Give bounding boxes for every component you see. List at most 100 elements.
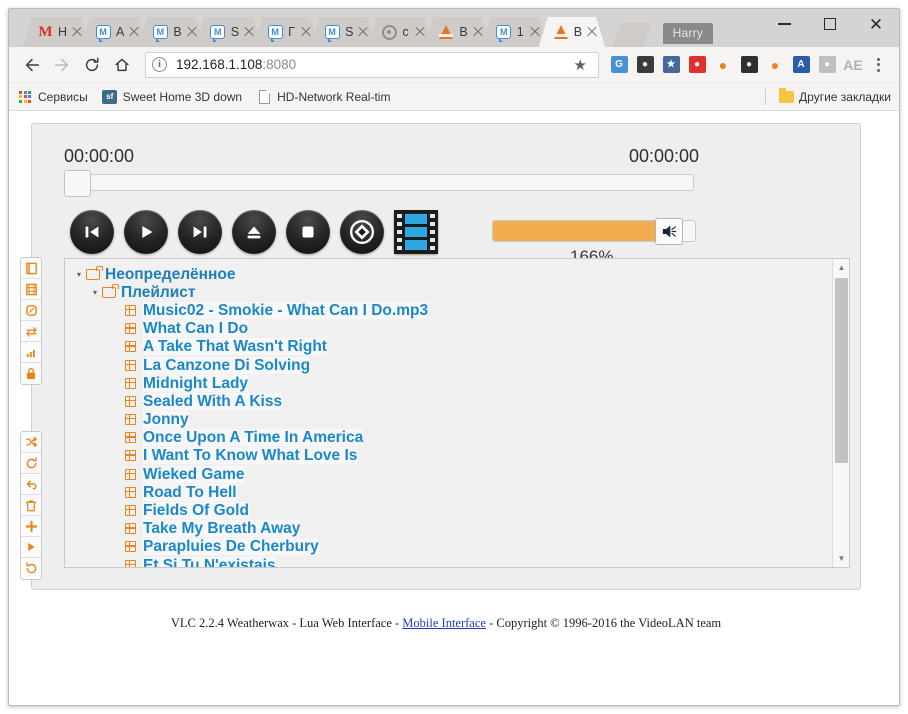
- playlist-scrollbar[interactable]: ▲ ▼: [832, 259, 849, 567]
- seek-slider[interactable]: [64, 174, 694, 191]
- tab-close-button[interactable]: [528, 25, 542, 39]
- transport-controls: [70, 210, 438, 254]
- scroll-down-arrow[interactable]: ▼: [833, 550, 850, 567]
- forward-arrow-icon[interactable]: [47, 50, 77, 80]
- browser-tab-active[interactable]: B: [539, 17, 605, 47]
- expand-arrow[interactable]: ▾: [73, 270, 85, 279]
- stop-button[interactable]: [286, 210, 330, 254]
- volume-slider[interactable]: [492, 220, 696, 242]
- eject-button[interactable]: [232, 210, 276, 254]
- playlist-item[interactable]: Take My Breath Away: [71, 520, 832, 538]
- playlist-item[interactable]: La Canzone Di Solving: [71, 356, 832, 374]
- playlist-node-group[interactable]: ▾Плейлист: [71, 283, 832, 301]
- orange-search-extension[interactable]: ●: [763, 53, 787, 77]
- refresh-button[interactable]: [21, 558, 41, 579]
- orange-cart-extension[interactable]: ●: [711, 53, 735, 77]
- page-info-icon[interactable]: i: [152, 57, 167, 72]
- mobile-interface-link[interactable]: Mobile Interface: [402, 616, 486, 630]
- other-bookmarks-button[interactable]: Другие закладки: [778, 89, 891, 105]
- ae-extension[interactable]: AE: [841, 53, 865, 77]
- playlist-item[interactable]: A Take That Wasn't Right: [71, 338, 832, 356]
- play-button[interactable]: [124, 210, 168, 254]
- browser-tab[interactable]: MН: [23, 17, 90, 47]
- expand-arrow[interactable]: ▾: [89, 288, 101, 297]
- browser-tab[interactable]: M1: [482, 17, 548, 47]
- browser-tab[interactable]: MГ: [253, 17, 319, 47]
- next-button[interactable]: [178, 210, 222, 254]
- dark-pin-extension[interactable]: ●: [737, 53, 761, 77]
- tab-close-button[interactable]: [413, 25, 427, 39]
- sidebar-book-button[interactable]: [21, 258, 41, 279]
- scrollbar-thumb[interactable]: [835, 278, 848, 463]
- browser-tab[interactable]: c: [367, 17, 433, 47]
- playlist-node-root[interactable]: ▾Неопределённое: [71, 265, 832, 283]
- reload-icon[interactable]: [77, 50, 107, 80]
- playlist-item[interactable]: Once Upon A Time In America: [71, 429, 832, 447]
- disc-icon: [25, 304, 38, 317]
- gear-icon: [382, 25, 397, 40]
- sidebar-disc-button[interactable]: [21, 300, 41, 321]
- tab-close-button[interactable]: [471, 25, 485, 39]
- sidebar-swap-button[interactable]: [21, 321, 41, 342]
- playlist-item[interactable]: Wieked Game: [71, 465, 832, 483]
- tab-close-button[interactable]: [70, 25, 84, 39]
- playlist-item[interactable]: What Can I Do: [71, 320, 832, 338]
- playlist-label: What Can I Do: [143, 320, 248, 337]
- browser-tab[interactable]: MS: [310, 17, 376, 47]
- fullscreen-button[interactable]: [340, 210, 384, 254]
- playlist-item[interactable]: Music02 - Smokie - What Can I Do.mp3: [71, 301, 832, 319]
- minimize-button[interactable]: [761, 9, 807, 39]
- tab-close-button[interactable]: [585, 25, 599, 39]
- home-icon[interactable]: [107, 50, 137, 80]
- loop-button[interactable]: [21, 453, 41, 474]
- previous-button[interactable]: [70, 210, 114, 254]
- globe-extension[interactable]: ●: [815, 53, 839, 77]
- sidebar-lock-button[interactable]: [21, 363, 41, 384]
- sidebar-equalizer-button[interactable]: [21, 342, 41, 363]
- scroll-up-arrow[interactable]: ▲: [833, 259, 850, 276]
- tab-close-button[interactable]: [127, 25, 141, 39]
- playlist-item[interactable]: Fields Of Gold: [71, 501, 832, 519]
- playlist-item[interactable]: Road To Hell: [71, 483, 832, 501]
- playlist-item[interactable]: Parapluies De Cherbury: [71, 538, 832, 556]
- google-translate-extension[interactable]: G: [607, 53, 631, 77]
- undo-button[interactable]: [21, 474, 41, 495]
- browser-tab[interactable]: MB: [138, 17, 204, 47]
- playlist-label: Parapluies De Cherbury: [143, 538, 319, 555]
- tab-close-button[interactable]: [356, 25, 370, 39]
- browser-tab[interactable]: B: [424, 17, 490, 47]
- delete-button[interactable]: [21, 495, 41, 516]
- evernote-extension[interactable]: ●: [633, 53, 657, 77]
- tab-close-button[interactable]: [299, 25, 313, 39]
- three-dot-menu-icon[interactable]: [865, 52, 891, 78]
- video-button[interactable]: [394, 210, 438, 254]
- browser-tab[interactable]: MS: [196, 17, 262, 47]
- new-tab-button[interactable]: [612, 23, 652, 47]
- back-arrow-icon[interactable]: [17, 50, 47, 80]
- profile-chip[interactable]: Harry: [663, 23, 713, 44]
- bookmark-item-services[interactable]: Сервисы: [17, 89, 88, 105]
- bookmark-star-icon[interactable]: ★: [569, 56, 592, 74]
- address-bar[interactable]: i 192.168.1.108:8080 ★: [145, 52, 599, 78]
- seek-handle[interactable]: [64, 170, 91, 197]
- sidebar-filmstrip-button[interactable]: [21, 279, 41, 300]
- playlist-item[interactable]: I Want To Know What Love Is: [71, 447, 832, 465]
- letter-a-extension[interactable]: A: [789, 53, 813, 77]
- play-item-button[interactable]: [21, 537, 41, 558]
- bookmark-item-sweethome[interactable]: sf Sweet Home 3D down: [102, 89, 242, 105]
- volume-handle[interactable]: [655, 218, 683, 245]
- close-button[interactable]: ✕: [853, 9, 899, 39]
- maximize-button[interactable]: [807, 9, 853, 39]
- playlist-item[interactable]: Et Si Tu N'existais: [71, 556, 832, 568]
- bookmark-item-hdnetwork[interactable]: HD-Network Real-tim: [256, 89, 390, 105]
- tab-close-button[interactable]: [242, 25, 256, 39]
- shuffle-button[interactable]: [21, 432, 41, 453]
- playlist-item[interactable]: Midnight Lady: [71, 374, 832, 392]
- add-button[interactable]: [21, 516, 41, 537]
- tab-close-button[interactable]: [185, 25, 199, 39]
- playlist-item[interactable]: Sealed With A Kiss: [71, 392, 832, 410]
- blue-star-extension[interactable]: ★: [659, 53, 683, 77]
- browser-tab[interactable]: MA: [81, 17, 147, 47]
- playlist-item[interactable]: Jonny: [71, 411, 832, 429]
- red-cart-extension[interactable]: ●: [685, 53, 709, 77]
